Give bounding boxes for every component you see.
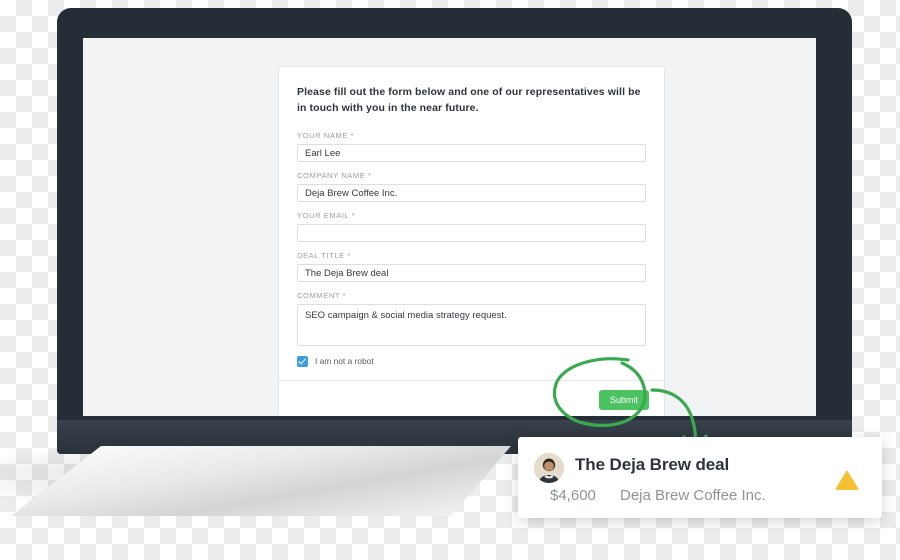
field-comment: COMMENT * SEO campaign & social media st…: [297, 291, 646, 346]
field-label: YOUR EMAIL *: [297, 210, 356, 220]
company-name-input[interactable]: Deja Brew Coffee Inc.: [297, 183, 646, 202]
user-avatar-photo-icon: [534, 453, 564, 483]
deal-title-input[interactable]: The Deja Brew deal: [297, 263, 646, 282]
deal-notification-card[interactable]: The Deja Brew deal $4,600 Deja Brew Coff…: [518, 437, 882, 518]
deal-organization: Deja Brew Coffee Inc.: [620, 487, 766, 504]
robot-checkbox-label: I am not a robot: [315, 356, 374, 367]
field-label: YOUR NAME *: [297, 130, 355, 140]
comment-textarea[interactable]: SEO campaign & social media strategy req…: [297, 303, 646, 346]
deal-value: $4,600: [550, 487, 596, 504]
field-label: COMPANY NAME *: [297, 170, 372, 180]
form-intro-text: Please fill out the form below and one o…: [297, 86, 641, 115]
webform-body: Please fill out the form below and one o…: [279, 67, 664, 380]
field-label: DEAL TITLE *: [297, 250, 351, 260]
your-name-input[interactable]: Earl Lee: [297, 143, 646, 162]
field-your-name: YOUR NAME * Earl Lee: [297, 131, 646, 162]
deal-title: The Deja Brew deal: [575, 455, 730, 474]
hand-drawn-ellipse-icon: [552, 357, 647, 427]
field-deal-title: DEAL TITLE * The Deja Brew deal: [297, 251, 646, 282]
your-email-input[interactable]: [297, 223, 646, 242]
warning-triangle-icon[interactable]: [834, 467, 860, 491]
field-your-email: YOUR EMAIL *: [297, 211, 646, 242]
field-label: COMMENT *: [297, 290, 347, 300]
robot-checkbox[interactable]: [297, 355, 308, 367]
field-company-name: COMPANY NAME * Deja Brew Coffee Inc.: [297, 171, 646, 202]
